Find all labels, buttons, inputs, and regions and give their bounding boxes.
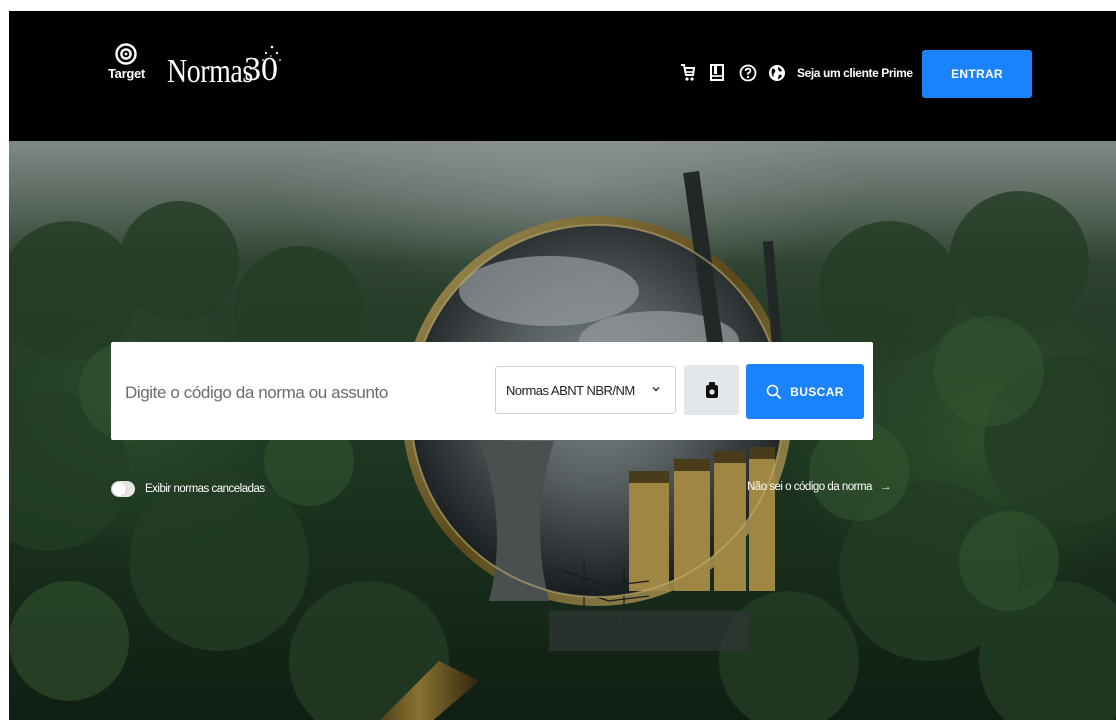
help-icon[interactable] (737, 62, 759, 84)
target-logo[interactable]: Target (108, 43, 145, 99)
image-search-button[interactable] (684, 365, 739, 415)
globe-icon[interactable] (766, 62, 788, 84)
search-button[interactable]: BUSCAR (746, 364, 864, 419)
standards-select[interactable]: Normas ABNT NBR/NM (495, 366, 676, 414)
cart-icon[interactable] (676, 62, 698, 84)
page-frame: Target Normas 30 Seja um cliente Prime E… (9, 11, 1116, 720)
dont-know-code-label: Não sei o código da norma (747, 481, 872, 493)
search-icon (766, 384, 782, 399)
target-logo-label: Target (108, 66, 145, 81)
dont-know-code-link[interactable]: Não sei o código da norma → (747, 477, 891, 497)
search-input[interactable] (123, 362, 487, 424)
normas-logo-text[interactable]: Normas (167, 52, 253, 92)
login-button[interactable]: ENTRAR (922, 50, 1032, 98)
book-icon[interactable] (706, 62, 728, 84)
show-cancelled-toggle[interactable]: Exibir normas canceladas (111, 478, 265, 500)
top-header: Target Normas 30 Seja um cliente Prime E… (9, 11, 1116, 141)
standards-select-value: Normas ABNT NBR/NM (506, 382, 635, 398)
search-button-label: BUSCAR (790, 384, 844, 399)
arrow-right-icon: → (879, 481, 892, 493)
sparkle-icon (262, 45, 281, 61)
toggle-knob (112, 482, 126, 496)
show-cancelled-label: Exibir normas canceladas (145, 483, 265, 495)
anniversary-30-logo: 30 (244, 44, 284, 90)
chevron-down-icon (652, 387, 660, 392)
prime-client-link[interactable]: Seja um cliente Prime (797, 63, 913, 83)
search-bar: Normas ABNT NBR/NM BUSCAR (111, 342, 873, 440)
camera-icon (705, 382, 718, 398)
target-logo-icon (115, 43, 137, 65)
toggle-switch[interactable] (111, 481, 135, 497)
hero-section: Normas ABNT NBR/NM BUSCAR (9, 141, 1116, 720)
